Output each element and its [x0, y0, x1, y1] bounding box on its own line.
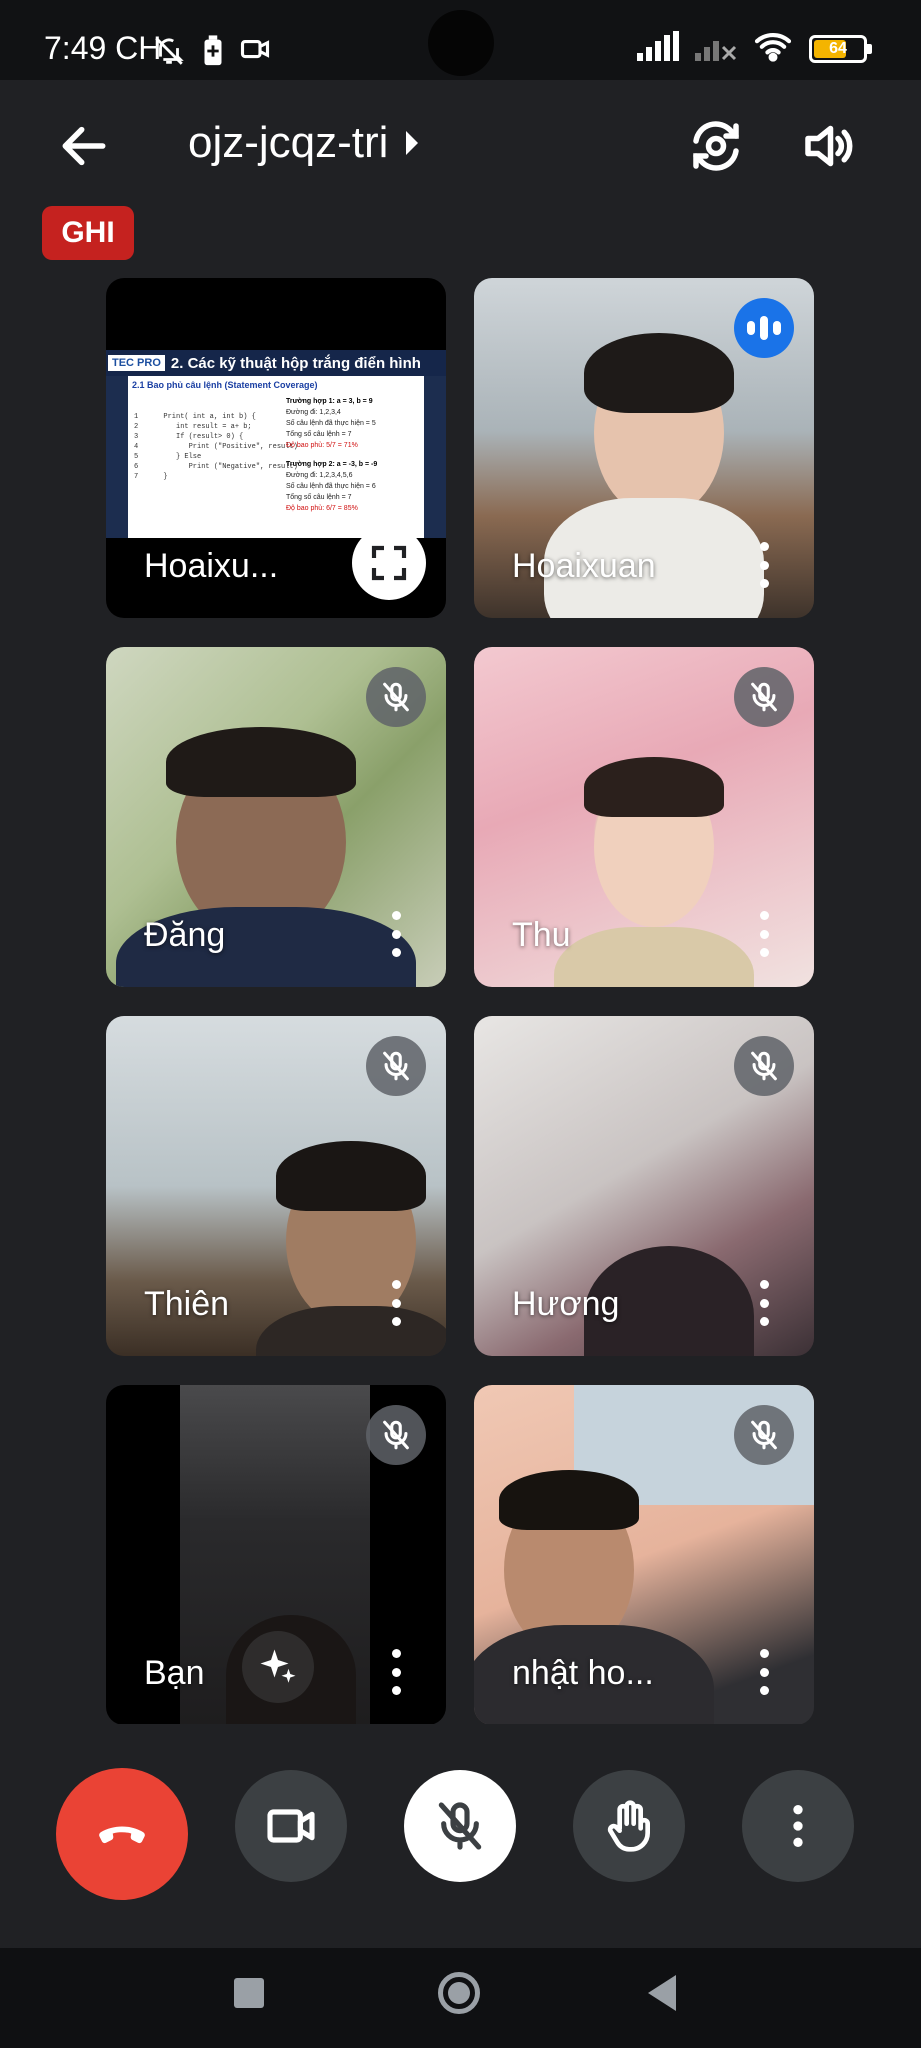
status-time: 7:49 CH [44, 30, 162, 66]
speaker-button[interactable] [798, 116, 858, 176]
camera-icon [267, 1809, 315, 1843]
case1-exec: Số câu lệnh đã thực hiện = 5 [286, 420, 376, 427]
presenter-name: Hoaixu... [144, 547, 279, 585]
effects-button[interactable] [242, 1631, 314, 1703]
end-call-button[interactable] [56, 1768, 188, 1900]
more-options-button[interactable] [742, 1770, 854, 1882]
status-bar: 7:49 CH 64 [0, 0, 921, 80]
fullscreen-button[interactable] [352, 526, 426, 600]
speaker-icon [805, 125, 853, 167]
case1-path: Đường đi: 1,2,3,4 [286, 409, 341, 416]
tile-more-button[interactable] [386, 1280, 406, 1326]
mic-off-icon [366, 1036, 426, 1096]
case1-title: Trường hợp 1: a = 3, b = 9 [286, 398, 373, 405]
meeting-code-button[interactable]: ojz-jcqz-tri [188, 118, 419, 168]
speaking-indicator-icon [734, 298, 794, 358]
case1-coverage: Độ bao phủ: 5/7 = 71% [286, 442, 358, 449]
case1-total: Tổng số câu lệnh = 7 [286, 431, 352, 438]
participant-name: Thiên [144, 1285, 230, 1323]
signal-no-sim-icon [695, 31, 737, 66]
shared-slide: TEC PRO 2. Các kỹ thuật hộp trắng điển h… [106, 350, 446, 538]
tile-more-button[interactable] [754, 911, 774, 957]
participant-tile-dang[interactable]: Đăng [106, 647, 446, 987]
microphone-button[interactable] [404, 1770, 516, 1882]
mic-off-icon [734, 1405, 794, 1465]
home-button[interactable] [438, 1972, 480, 2014]
wifi-icon [753, 30, 793, 67]
status-right-icons: 64 [637, 30, 872, 67]
sparkle-icon [260, 1649, 296, 1683]
mic-off-icon [734, 667, 794, 727]
slide-logo: TEC PRO [108, 355, 165, 371]
mic-off-icon [366, 667, 426, 727]
recents-button[interactable] [234, 1978, 264, 2008]
slide-subtitle: 2.1 Bao phủ câu lệnh (Statement Coverage… [132, 380, 318, 390]
end-call-icon [99, 1826, 145, 1844]
battery-icon: 64 [809, 34, 872, 63]
participant-tile-nhat[interactable]: nhật ho... [474, 1385, 814, 1725]
switch-camera-icon [693, 121, 739, 171]
slide-header: TEC PRO 2. Các kỹ thuật hộp trắng điển h… [106, 350, 446, 376]
status-left-icons [152, 34, 270, 73]
case2-title: Trường hợp 2: a = -3, b = -9 [286, 461, 378, 468]
recording-badge: GHI [42, 206, 134, 260]
mic-off-icon [734, 1036, 794, 1096]
case2-coverage: Độ bao phủ: 6/7 = 85% [286, 505, 358, 512]
mic-off-icon [438, 1802, 482, 1850]
mic-off-icon [366, 1405, 426, 1465]
back-arrow-icon [62, 126, 106, 166]
back-button[interactable] [56, 118, 112, 174]
participant-tile-huong[interactable]: Hương [474, 1016, 814, 1356]
participant-name: Đăng [144, 916, 226, 954]
video-record-icon [240, 34, 270, 73]
tile-more-button[interactable] [386, 911, 406, 957]
participant-name: Bạn [144, 1654, 205, 1692]
tile-more-button[interactable] [754, 1280, 774, 1326]
slide-title: 2. Các kỹ thuật hộp trắng điển hình [170, 354, 421, 372]
raise-hand-icon [607, 1800, 650, 1852]
participant-tile-thien[interactable]: Thiên [106, 1016, 446, 1356]
participant-tile-thu[interactable]: Thu [474, 647, 814, 987]
raise-hand-button[interactable] [573, 1770, 685, 1882]
participant-name: Thu [512, 916, 571, 954]
participant-tile-hoaixuan[interactable]: Hoaixuan [474, 278, 814, 618]
self-view-tile[interactable]: Bạn [106, 1385, 446, 1725]
case2-path: Đường đi: 1,2,3,4,5,6 [286, 472, 353, 479]
slide-cases: Trường hợp 1: a = 3, b = 9 Đường đi: 1,2… [286, 396, 377, 514]
caret-right-icon [406, 131, 419, 155]
fullscreen-icon [371, 545, 407, 581]
tile-more-button[interactable] [386, 1649, 406, 1695]
slide-code: 1 Print( int a, int b) { 2 int result = … [134, 413, 298, 481]
battery-level: 64 [829, 39, 847, 57]
signal-icon [637, 31, 679, 66]
case2-total: Tổng số câu lệnh = 7 [286, 494, 352, 501]
bell-off-icon [152, 34, 186, 73]
battery-saver-icon [200, 34, 226, 73]
slide-body: 2.1 Bao phủ câu lệnh (Statement Coverage… [128, 376, 424, 538]
switch-camera-button[interactable] [686, 116, 746, 176]
more-options-icon [793, 1805, 803, 1847]
participant-name: Hoaixuan [512, 547, 656, 585]
meeting-code: ojz-jcqz-tri [188, 118, 389, 167]
tile-more-button[interactable] [754, 542, 774, 588]
nav-back-button[interactable] [648, 1975, 676, 2011]
participant-name: nhật ho... [512, 1654, 654, 1692]
camera-notch [428, 10, 494, 76]
case2-exec: Số câu lệnh đã thực hiện = 6 [286, 483, 376, 490]
camera-button[interactable] [235, 1770, 347, 1882]
presentation-tile[interactable]: TEC PRO 2. Các kỹ thuật hộp trắng điển h… [106, 278, 446, 618]
tile-more-button[interactable] [754, 1649, 774, 1695]
participant-name: Hương [512, 1285, 620, 1323]
